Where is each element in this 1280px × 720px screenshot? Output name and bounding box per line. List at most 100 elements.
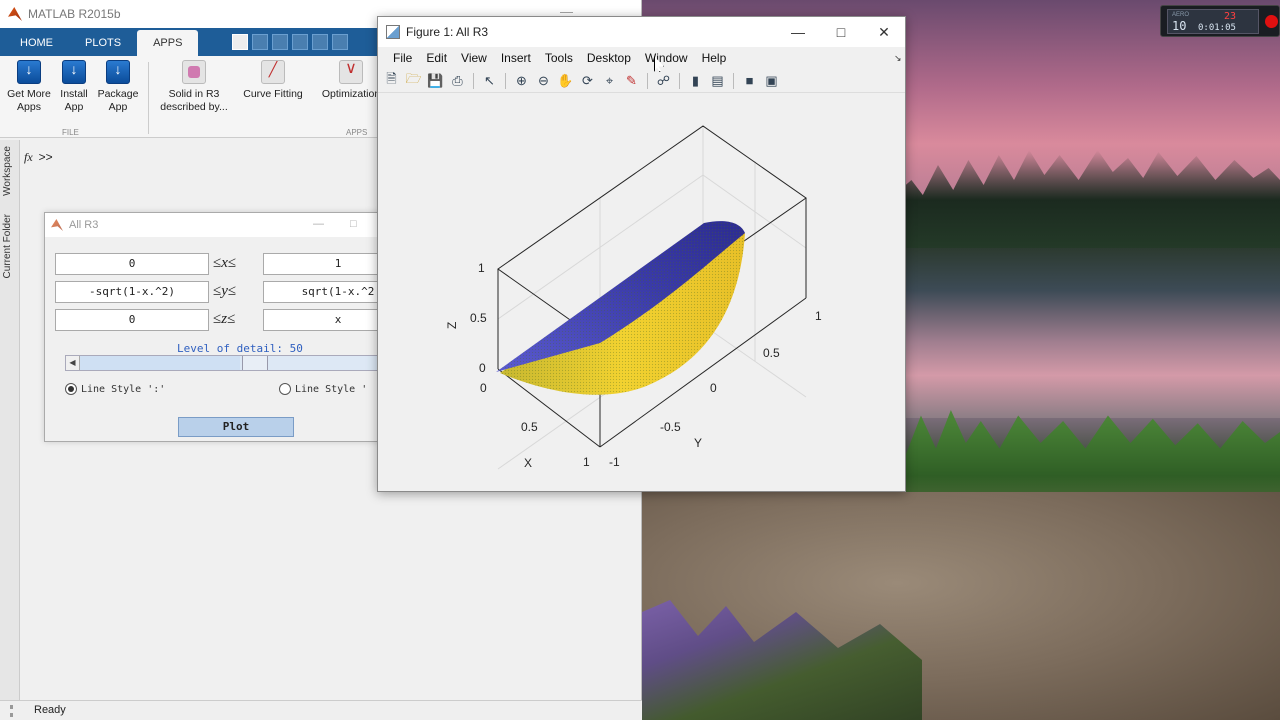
package-icon	[106, 60, 130, 84]
arrow-icon[interactable]: ↖	[480, 72, 499, 90]
x-tick: 1	[583, 455, 590, 469]
new-file-icon[interactable]: 🗎	[382, 71, 401, 90]
z-axis-label: Z	[445, 322, 459, 329]
menu-desktop[interactable]: Desktop	[580, 51, 638, 65]
menu-window[interactable]: Window	[638, 51, 695, 65]
fx-icon[interactable]: fx	[24, 150, 33, 164]
quick-access-icon[interactable]	[252, 34, 268, 50]
dock-icon[interactable]: ↘	[894, 53, 902, 64]
app-curve-label: Curve Fitting	[243, 88, 303, 100]
figure-title: Figure 1: All R3	[406, 25, 489, 39]
z-lower-field[interactable]: 0	[55, 309, 209, 331]
ribbon-separator	[148, 62, 149, 134]
slider-left-arrow-icon[interactable]: ◀	[66, 356, 80, 370]
package-app-button[interactable]: Package App	[90, 60, 146, 114]
save-icon[interactable]: 💾	[426, 72, 445, 90]
rel-z-right: ≤	[227, 311, 236, 327]
app-opt-label: Optimization	[321, 88, 381, 100]
zoom-out-icon[interactable]: ⊖	[534, 72, 553, 90]
app-solid-label: Solid in R3 described by...	[160, 88, 228, 113]
y-tick: -1	[609, 455, 620, 469]
tab-home[interactable]: HOME	[4, 30, 69, 56]
z-tick: 1	[478, 261, 485, 275]
matlab-logo-icon	[8, 7, 22, 21]
radio-selected-icon[interactable]	[65, 383, 77, 395]
toolbar-separator	[505, 72, 506, 89]
all-r3-window-controls[interactable]: —□	[313, 218, 383, 230]
menu-help[interactable]: Help	[695, 51, 734, 65]
y-axis-label: Y	[694, 436, 702, 450]
x-lower-field[interactable]: 0	[55, 253, 209, 275]
rel-y-right: ≤	[227, 283, 237, 299]
quick-access-icon[interactable]	[232, 34, 248, 50]
menu-tools[interactable]: Tools	[538, 51, 580, 65]
rotate-icon[interactable]: ⟳	[578, 72, 597, 90]
print-icon[interactable]: ⎙	[448, 72, 467, 90]
zoom-in-icon[interactable]: ⊕	[512, 72, 531, 90]
hide-tools-icon[interactable]: ■	[740, 72, 759, 90]
x-upper-field[interactable]: 1	[263, 253, 383, 275]
gadget-panel: AERO 10 23 0:01:05	[1167, 9, 1259, 34]
tab-plots[interactable]: PLOTS	[69, 30, 137, 56]
app-optimization[interactable]: Optimization	[318, 60, 384, 101]
tab-apps[interactable]: APPS	[137, 30, 199, 56]
quick-access-icon[interactable]	[332, 34, 348, 50]
toolbar-separator	[679, 72, 680, 89]
app-icon	[182, 60, 206, 84]
pan-icon[interactable]: ✋	[556, 72, 575, 90]
quick-access-icon[interactable]	[292, 34, 308, 50]
command-prompt: >>	[38, 150, 53, 164]
colorbar-icon[interactable]: ▮	[686, 72, 705, 90]
quick-access-icon[interactable]	[272, 34, 288, 50]
tab-workspace[interactable]: Workspace	[2, 146, 13, 196]
y-tick: -0.5	[660, 420, 681, 434]
x-variable: x	[221, 255, 228, 271]
minimize-button[interactable]: —	[778, 21, 818, 43]
detail-slider[interactable]: ◀	[65, 355, 383, 371]
z-tick: 0	[479, 361, 486, 375]
figure-window: Figure 1: All R3 — □ ✕ File Edit View In…	[377, 16, 906, 492]
z-upper-field[interactable]: x	[263, 309, 383, 331]
y-tick: 1	[815, 309, 822, 323]
y-variable: y	[221, 283, 228, 299]
data-cursor-icon[interactable]: ⌖	[600, 72, 619, 90]
radio-line-style-other[interactable]: Line Style '	[279, 383, 367, 395]
menu-insert[interactable]: Insert	[494, 51, 538, 65]
toolbar-separator	[647, 72, 648, 89]
legend-icon[interactable]: ▤	[708, 72, 727, 90]
open-icon[interactable]: 🗁	[404, 71, 423, 90]
plot-area[interactable]: Z 1 0.5 0 0 0.5 1 X -1 -0.5 0 0.5 1 Y	[378, 93, 905, 491]
y-relation: ≤y≤	[213, 283, 236, 300]
menu-edit[interactable]: Edit	[419, 51, 454, 65]
menu-view[interactable]: View	[454, 51, 494, 65]
slider-track[interactable]	[80, 356, 240, 370]
gadget-left-value: 10	[1172, 19, 1187, 33]
command-window[interactable]: fx >>	[24, 150, 53, 165]
install-icon	[62, 60, 86, 84]
brush-icon[interactable]: ✎	[622, 72, 641, 90]
tab-current-folder[interactable]: Current Folder	[2, 214, 13, 278]
record-icon[interactable]	[1265, 15, 1278, 28]
quick-access-toolbar	[232, 34, 348, 50]
show-tools-icon[interactable]: ▣	[762, 72, 781, 90]
menu-file[interactable]: File	[386, 51, 419, 65]
maximize-button[interactable]: □	[821, 21, 861, 43]
z-relation: ≤z≤	[213, 311, 235, 328]
y-lower-field[interactable]: -sqrt(1-x.^2)	[55, 281, 209, 303]
recording-gadget[interactable]: AERO 10 23 0:01:05	[1160, 5, 1280, 37]
radio-line-style-dotted[interactable]: Line Style ':'	[65, 383, 165, 395]
app-solid-in-r3[interactable]: Solid in R3 described by...	[158, 60, 230, 114]
y-tick: 0	[710, 381, 717, 395]
slider-thumb[interactable]	[242, 356, 268, 370]
x-tick: 0	[480, 381, 487, 395]
radio-unselected-icon[interactable]	[279, 383, 291, 395]
app-curve-fitting[interactable]: Curve Fitting	[240, 60, 306, 101]
x-tick: 0.5	[521, 420, 538, 434]
plot-3d-svg[interactable]: Z 1 0.5 0 0 0.5 1 X -1 -0.5 0 0.5 1 Y	[378, 93, 905, 491]
y-upper-field[interactable]: sqrt(1-x.^2	[263, 281, 383, 303]
quick-access-icon[interactable]	[312, 34, 328, 50]
plot-button[interactable]: Plot	[178, 417, 294, 437]
file-group-label: FILE	[62, 128, 79, 137]
link-icon[interactable]: ☍	[654, 72, 673, 90]
close-button[interactable]: ✕	[864, 21, 904, 43]
